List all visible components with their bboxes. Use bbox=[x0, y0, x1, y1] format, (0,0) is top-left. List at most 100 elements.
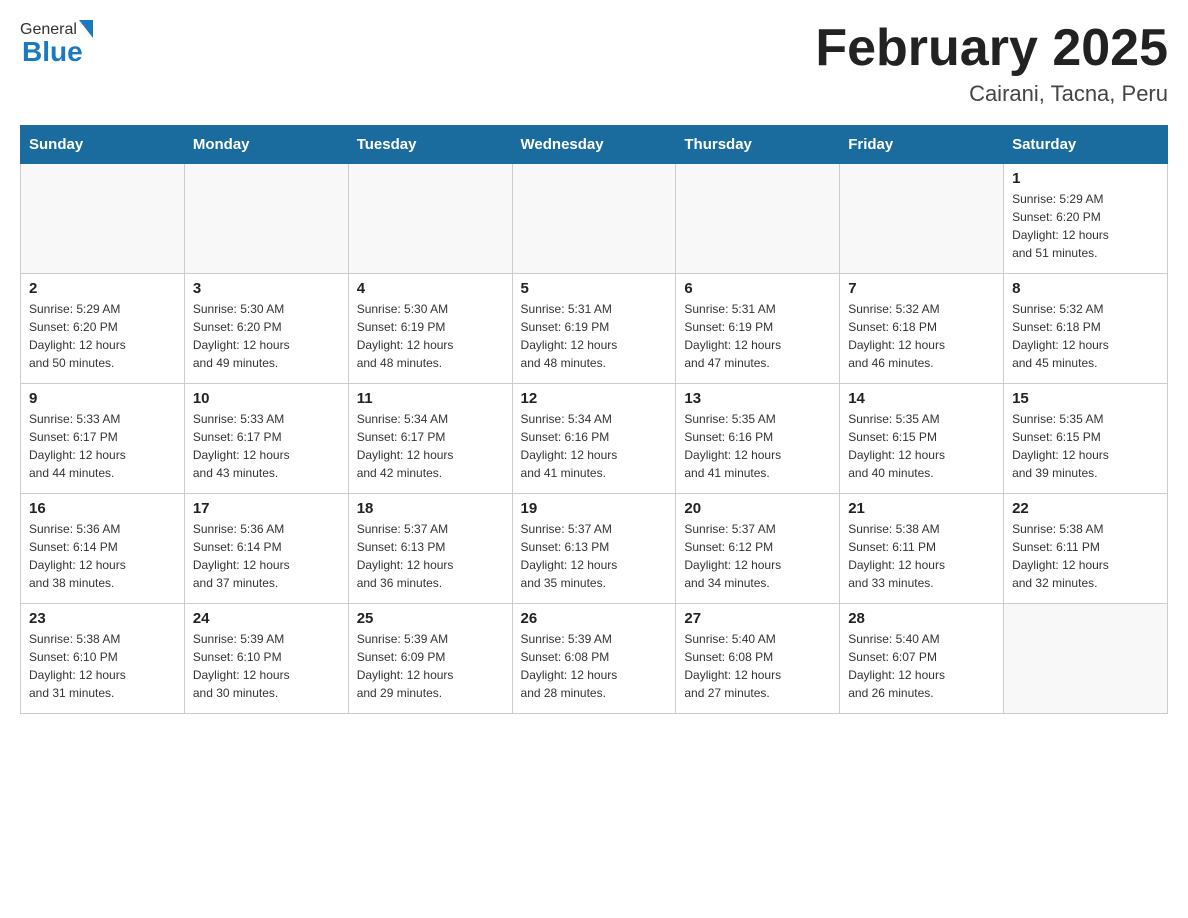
calendar-cell: 27 Sunrise: 5:40 AM Sunset: 6:08 PM Dayli… bbox=[676, 604, 840, 714]
day-number: 24 bbox=[193, 610, 340, 627]
day-info: Sunrise: 5:37 AM Sunset: 6:13 PM Dayligh… bbox=[357, 520, 504, 592]
calendar-cell: 6 Sunrise: 5:31 AM Sunset: 6:19 PM Daylig… bbox=[676, 274, 840, 384]
day-number: 15 bbox=[1012, 390, 1159, 407]
day-number: 3 bbox=[193, 280, 340, 297]
day-info: Sunrise: 5:35 AM Sunset: 6:15 PM Dayligh… bbox=[848, 410, 995, 482]
day-number: 4 bbox=[357, 280, 504, 297]
day-number: 16 bbox=[29, 500, 176, 517]
calendar-cell bbox=[676, 164, 840, 274]
day-info: Sunrise: 5:34 AM Sunset: 6:17 PM Dayligh… bbox=[357, 410, 504, 482]
day-number: 2 bbox=[29, 280, 176, 297]
calendar-cell: 3 Sunrise: 5:30 AM Sunset: 6:20 PM Daylig… bbox=[184, 274, 348, 384]
calendar-cell: 21 Sunrise: 5:38 AM Sunset: 6:11 PM Dayli… bbox=[840, 494, 1004, 604]
calendar-cell bbox=[21, 164, 185, 274]
day-info: Sunrise: 5:30 AM Sunset: 6:20 PM Dayligh… bbox=[193, 300, 340, 372]
calendar-week-2: 9Sunrise: 5:33 AM Sunset: 6:17 PM Daylig… bbox=[21, 384, 1168, 494]
day-info: Sunrise: 5:34 AM Sunset: 6:16 PM Dayligh… bbox=[521, 410, 668, 482]
day-number: 6 bbox=[684, 280, 831, 297]
day-info: Sunrise: 5:29 AM Sunset: 6:20 PM Dayligh… bbox=[29, 300, 176, 372]
day-number: 21 bbox=[848, 500, 995, 517]
month-title: February 2025 bbox=[815, 20, 1168, 77]
day-info: Sunrise: 5:39 AM Sunset: 6:10 PM Dayligh… bbox=[193, 630, 340, 702]
calendar-cell bbox=[1004, 604, 1168, 714]
day-number: 5 bbox=[521, 280, 668, 297]
calendar-cell: 25 Sunrise: 5:39 AM Sunset: 6:09 PM Dayli… bbox=[348, 604, 512, 714]
calendar-cell: 18 Sunrise: 5:37 AM Sunset: 6:13 PM Dayli… bbox=[348, 494, 512, 604]
day-header-sunday: Sunday bbox=[21, 126, 185, 164]
day-header-wednesday: Wednesday bbox=[512, 126, 676, 164]
day-number: 13 bbox=[684, 390, 831, 407]
day-info: Sunrise: 5:29 AM Sunset: 6:20 PM Dayligh… bbox=[1012, 190, 1159, 262]
calendar-cell: 7Sunrise: 5:32 AM Sunset: 6:18 PM Daylig… bbox=[840, 274, 1004, 384]
day-number: 10 bbox=[193, 390, 340, 407]
calendar-cell: 23 Sunrise: 5:38 AM Sunset: 6:10 PM Dayli… bbox=[21, 604, 185, 714]
day-number: 14 bbox=[848, 390, 995, 407]
day-info: Sunrise: 5:30 AM Sunset: 6:19 PM Dayligh… bbox=[357, 300, 504, 372]
day-header-tuesday: Tuesday bbox=[348, 126, 512, 164]
calendar-cell: 1 Sunrise: 5:29 AM Sunset: 6:20 PM Daylig… bbox=[1004, 164, 1168, 274]
calendar-cell: 11Sunrise: 5:34 AM Sunset: 6:17 PM Dayli… bbox=[348, 384, 512, 494]
calendar-week-0: 1 Sunrise: 5:29 AM Sunset: 6:20 PM Daylig… bbox=[21, 164, 1168, 274]
day-info: Sunrise: 5:40 AM Sunset: 6:08 PM Dayligh… bbox=[684, 630, 831, 702]
day-info: Sunrise: 5:37 AM Sunset: 6:13 PM Dayligh… bbox=[521, 520, 668, 592]
calendar-cell bbox=[512, 164, 676, 274]
calendar-cell bbox=[348, 164, 512, 274]
logo-blue-text: Blue bbox=[22, 36, 83, 68]
day-number: 20 bbox=[684, 500, 831, 517]
day-info: Sunrise: 5:32 AM Sunset: 6:18 PM Dayligh… bbox=[1012, 300, 1159, 372]
day-info: Sunrise: 5:35 AM Sunset: 6:16 PM Dayligh… bbox=[684, 410, 831, 482]
day-info: Sunrise: 5:39 AM Sunset: 6:09 PM Dayligh… bbox=[357, 630, 504, 702]
day-header-friday: Friday bbox=[840, 126, 1004, 164]
calendar-cell: 10 Sunrise: 5:33 AM Sunset: 6:17 PM Dayli… bbox=[184, 384, 348, 494]
day-info: Sunrise: 5:36 AM Sunset: 6:14 PM Dayligh… bbox=[193, 520, 340, 592]
day-info: Sunrise: 5:35 AM Sunset: 6:15 PM Dayligh… bbox=[1012, 410, 1159, 482]
day-number: 1 bbox=[1012, 170, 1159, 187]
day-number: 25 bbox=[357, 610, 504, 627]
day-number: 19 bbox=[521, 500, 668, 517]
day-info: Sunrise: 5:40 AM Sunset: 6:07 PM Dayligh… bbox=[848, 630, 995, 702]
calendar-cell: 4 Sunrise: 5:30 AM Sunset: 6:19 PM Daylig… bbox=[348, 274, 512, 384]
calendar-cell: 15 Sunrise: 5:35 AM Sunset: 6:15 PM Dayli… bbox=[1004, 384, 1168, 494]
day-number: 26 bbox=[521, 610, 668, 627]
day-header-saturday: Saturday bbox=[1004, 126, 1168, 164]
calendar-week-3: 16 Sunrise: 5:36 AM Sunset: 6:14 PM Dayli… bbox=[21, 494, 1168, 604]
day-info: Sunrise: 5:33 AM Sunset: 6:17 PM Dayligh… bbox=[193, 410, 340, 482]
day-number: 22 bbox=[1012, 500, 1159, 517]
calendar: SundayMondayTuesdayWednesdayThursdayFrid… bbox=[20, 125, 1168, 714]
day-number: 27 bbox=[684, 610, 831, 627]
day-number: 7 bbox=[848, 280, 995, 297]
calendar-week-4: 23 Sunrise: 5:38 AM Sunset: 6:10 PM Dayli… bbox=[21, 604, 1168, 714]
title-area: February 2025 Cairani, Tacna, Peru bbox=[815, 20, 1168, 107]
day-info: Sunrise: 5:38 AM Sunset: 6:10 PM Dayligh… bbox=[29, 630, 176, 702]
day-header-monday: Monday bbox=[184, 126, 348, 164]
calendar-cell: 16Sunrise: 5:36 AM Sunset: 6:14 PM Dayli… bbox=[21, 494, 185, 604]
calendar-cell: 13 Sunrise: 5:35 AM Sunset: 6:16 PM Dayli… bbox=[676, 384, 840, 494]
calendar-cell: 28 Sunrise: 5:40 AM Sunset: 6:07 PM Dayli… bbox=[840, 604, 1004, 714]
day-info: Sunrise: 5:38 AM Sunset: 6:11 PM Dayligh… bbox=[848, 520, 995, 592]
logo: General Blue bbox=[20, 20, 93, 68]
calendar-cell: 26 Sunrise: 5:39 AM Sunset: 6:08 PM Dayli… bbox=[512, 604, 676, 714]
day-header-thursday: Thursday bbox=[676, 126, 840, 164]
calendar-cell: 19 Sunrise: 5:37 AM Sunset: 6:13 PM Dayli… bbox=[512, 494, 676, 604]
day-number: 17 bbox=[193, 500, 340, 517]
day-info: Sunrise: 5:39 AM Sunset: 6:08 PM Dayligh… bbox=[521, 630, 668, 702]
calendar-cell bbox=[840, 164, 1004, 274]
day-number: 28 bbox=[848, 610, 995, 627]
day-number: 18 bbox=[357, 500, 504, 517]
day-number: 23 bbox=[29, 610, 176, 627]
calendar-cell: 2 Sunrise: 5:29 AM Sunset: 6:20 PM Daylig… bbox=[21, 274, 185, 384]
calendar-header-row: SundayMondayTuesdayWednesdayThursdayFrid… bbox=[21, 126, 1168, 164]
day-number: 12 bbox=[521, 390, 668, 407]
calendar-cell: 22 Sunrise: 5:38 AM Sunset: 6:11 PM Dayli… bbox=[1004, 494, 1168, 604]
day-info: Sunrise: 5:37 AM Sunset: 6:12 PM Dayligh… bbox=[684, 520, 831, 592]
calendar-cell: 20 Sunrise: 5:37 AM Sunset: 6:12 PM Dayli… bbox=[676, 494, 840, 604]
day-info: Sunrise: 5:38 AM Sunset: 6:11 PM Dayligh… bbox=[1012, 520, 1159, 592]
day-info: Sunrise: 5:31 AM Sunset: 6:19 PM Dayligh… bbox=[521, 300, 668, 372]
day-info: Sunrise: 5:31 AM Sunset: 6:19 PM Dayligh… bbox=[684, 300, 831, 372]
calendar-cell: 12 Sunrise: 5:34 AM Sunset: 6:16 PM Dayli… bbox=[512, 384, 676, 494]
calendar-cell: 24 Sunrise: 5:39 AM Sunset: 6:10 PM Dayli… bbox=[184, 604, 348, 714]
calendar-week-1: 2 Sunrise: 5:29 AM Sunset: 6:20 PM Daylig… bbox=[21, 274, 1168, 384]
calendar-cell: 17 Sunrise: 5:36 AM Sunset: 6:14 PM Dayli… bbox=[184, 494, 348, 604]
calendar-cell: 8Sunrise: 5:32 AM Sunset: 6:18 PM Daylig… bbox=[1004, 274, 1168, 384]
day-info: Sunrise: 5:33 AM Sunset: 6:17 PM Dayligh… bbox=[29, 410, 176, 482]
